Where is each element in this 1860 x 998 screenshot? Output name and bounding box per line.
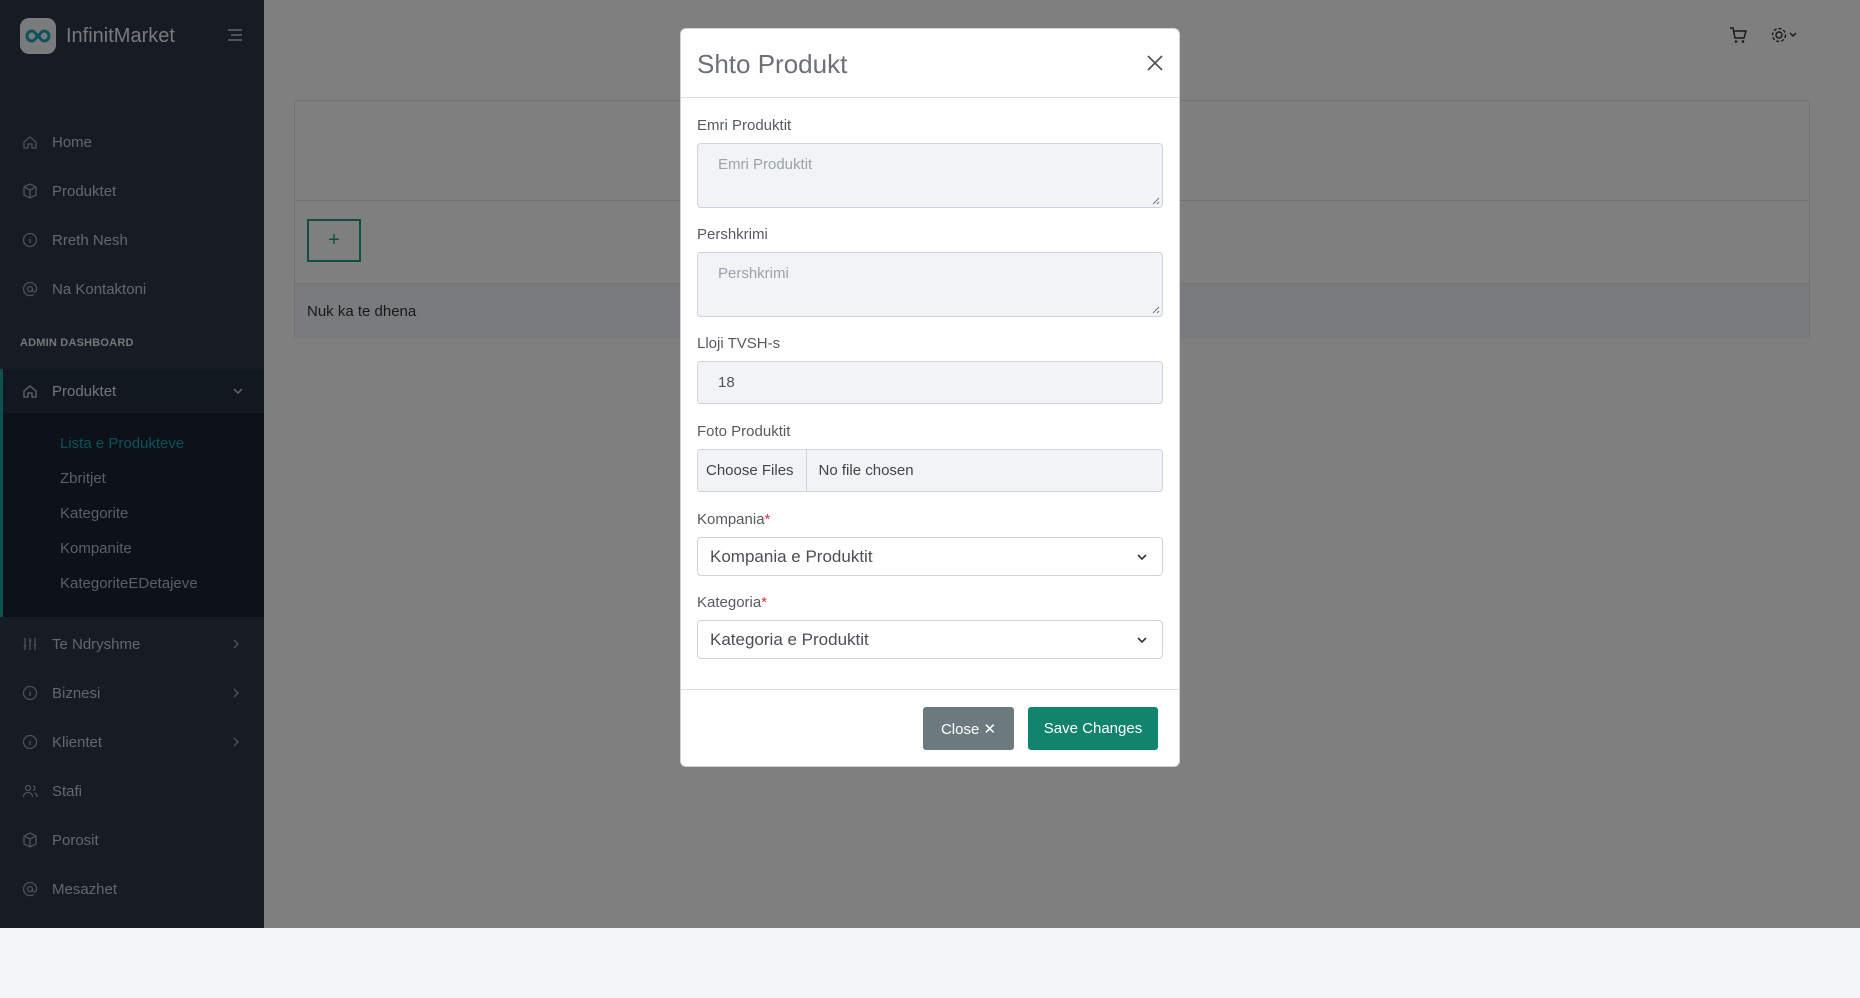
- modal-title: Shto Produkt: [697, 49, 848, 79]
- resize-handle-icon[interactable]: [1150, 195, 1160, 205]
- company-select[interactable]: Kompania e Produktit: [697, 537, 1163, 576]
- vat-label: Lloji TVSH-s: [697, 335, 781, 352]
- chevron-down-icon: [1137, 553, 1147, 560]
- description-label: Pershkrimi: [697, 226, 768, 243]
- product-name-label: Emri Produktit: [697, 117, 792, 134]
- category-label-text: Kategoria: [697, 594, 762, 611]
- required-mark: *: [764, 511, 771, 528]
- category-label: Kategoria*: [697, 594, 767, 611]
- category-selected: Kategoria e Produktit: [710, 629, 869, 649]
- vat-input[interactable]: 18: [697, 361, 1163, 404]
- required-mark: *: [761, 594, 768, 611]
- choose-files-button[interactable]: Choose Files: [698, 450, 807, 491]
- company-label: Kompania*: [697, 511, 770, 528]
- chevron-down-icon: [1137, 636, 1147, 643]
- description-placeholder: Pershkrimi: [718, 265, 789, 282]
- close-button[interactable]: Close ✕: [923, 707, 1014, 750]
- close-icon[interactable]: [1145, 53, 1165, 73]
- category-select[interactable]: Kategoria e Produktit: [697, 620, 1163, 659]
- modal-header: Shto Produkt: [681, 29, 1179, 98]
- vat-value: 18: [718, 374, 735, 391]
- save-changes-button[interactable]: Save Changes: [1028, 707, 1158, 750]
- description-textarea[interactable]: Pershkrimi: [697, 252, 1163, 317]
- company-selected: Kompania e Produktit: [710, 546, 873, 566]
- file-status: No file chosen: [818, 462, 914, 479]
- product-name-placeholder: Emri Produktit: [718, 156, 813, 173]
- product-name-textarea[interactable]: Emri Produktit: [697, 143, 1163, 208]
- add-product-modal: Shto Produkt Emri Produktit Emri Produkt…: [680, 28, 1180, 767]
- photo-file-input[interactable]: Choose Files No file chosen: [697, 449, 1163, 492]
- modal-footer: [681, 689, 1179, 690]
- resize-handle-icon[interactable]: [1150, 304, 1160, 314]
- photo-label: Foto Produktit: [697, 423, 791, 440]
- company-label-text: Kompania: [697, 511, 765, 528]
